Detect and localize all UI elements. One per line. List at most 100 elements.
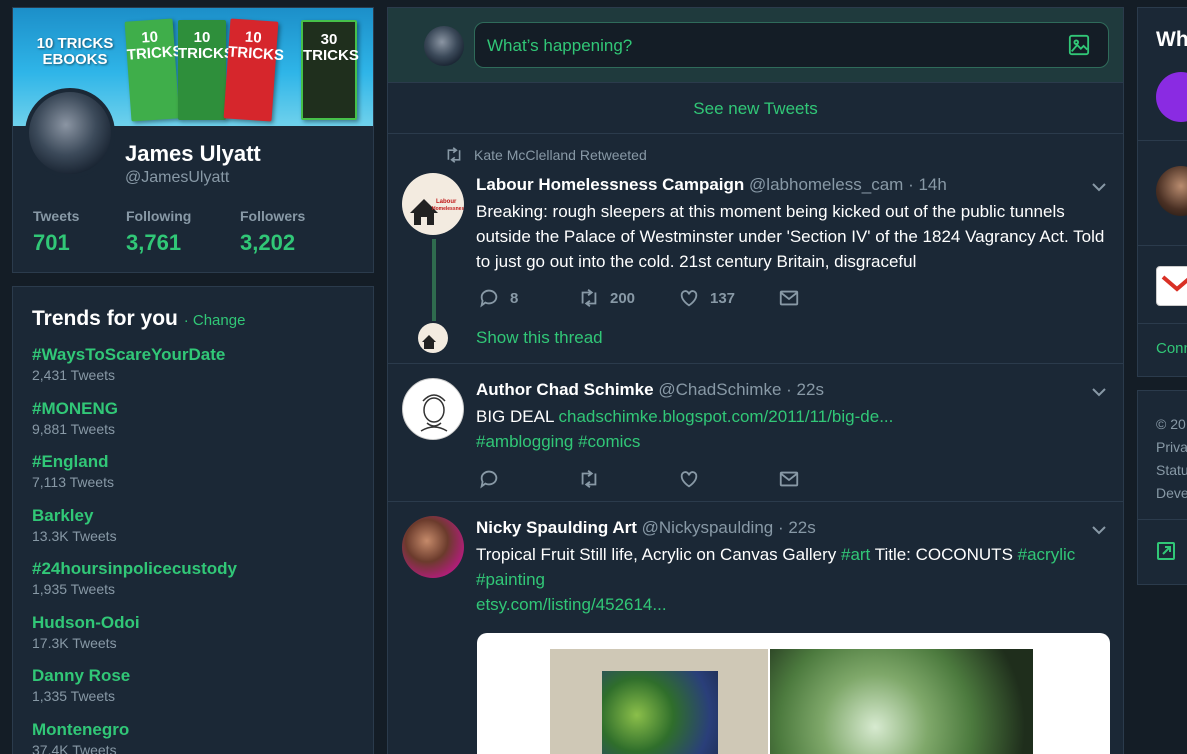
trend-item[interactable]: #England 7,113 Tweets	[32, 452, 114, 490]
envelope-icon	[779, 471, 799, 487]
svg-text:Homelessness: Homelessness	[432, 206, 464, 212]
thread-avatar[interactable]	[418, 323, 448, 353]
trend-item[interactable]: #MONENG 9,881 Tweets	[32, 399, 118, 437]
trends-change-link[interactable]: · Change	[184, 312, 246, 329]
direct-message-button[interactable]	[778, 468, 800, 490]
tweet-author-name[interactable]: Labour Homelessness Campaign	[476, 175, 744, 194]
chevron-down-icon[interactable]	[1091, 179, 1107, 195]
footer-link[interactable]: Statu	[1156, 459, 1187, 482]
tweet-author-name[interactable]: Nicky Spaulding Art	[476, 518, 637, 537]
reply-button[interactable]: 8	[478, 287, 518, 309]
tweet-avatar[interactable]: Labour Homelessness	[402, 173, 464, 235]
external-link-icon[interactable]	[1156, 541, 1176, 561]
tweet-author-handle[interactable]: @Nickyspaulding	[642, 518, 774, 537]
divider	[1138, 245, 1187, 246]
retweet-button[interactable]	[578, 468, 600, 490]
hashtag-link[interactable]: #acrylic	[1018, 545, 1076, 564]
connect-link[interactable]: Conn	[1156, 340, 1187, 357]
house-icon: LabourHomelessness	[410, 199, 464, 225]
retweet-button[interactable]: 200	[578, 287, 635, 309]
trend-item[interactable]: Montenegro 37.4K Tweets	[32, 720, 129, 754]
gmail-icon[interactable]	[1156, 266, 1187, 306]
tweet-link[interactable]: chadschimke.blogspot.com/2011/11/big-de.…	[559, 407, 894, 426]
tweet[interactable]: Nicky Spaulding Art @Nickyspaulding · 22…	[388, 503, 1123, 754]
stat-value: 3,202	[240, 230, 296, 255]
trends-panel: Trends for you · Change #WaysToScareYour…	[12, 286, 374, 754]
reply-count: 8	[510, 289, 519, 307]
like-button[interactable]: 137	[678, 287, 735, 309]
chevron-down-icon[interactable]	[1091, 384, 1107, 400]
timeline: What’s happening? See new Tweets Kate Mc…	[387, 7, 1124, 754]
painting-canvas	[602, 671, 718, 754]
stat-following[interactable]: Following 3,761	[126, 208, 191, 256]
tweet-author-handle[interactable]: @ChadSchimke	[658, 380, 781, 399]
stat-tweets[interactable]: Tweets 701	[33, 208, 79, 256]
thread-line	[432, 239, 436, 321]
profile-handle[interactable]: @JamesUlyatt	[125, 169, 229, 187]
trend-name: #WaysToScareYourDate	[32, 345, 226, 364]
trend-name: Montenegro	[32, 720, 130, 739]
compose-input[interactable]: What’s happening?	[474, 22, 1109, 68]
image-icon[interactable]	[1068, 34, 1090, 56]
see-new-tweets-button[interactable]: See new Tweets	[388, 84, 1123, 134]
footer-link[interactable]: Priva	[1156, 436, 1187, 459]
footer-panel: © 20 Priva Statu Deve	[1137, 390, 1187, 585]
reply-icon	[480, 470, 498, 489]
tweet[interactable]: Author Chad Schimke @ChadSchimke · 22s B…	[388, 365, 1123, 502]
tweet-media-card[interactable]	[477, 633, 1110, 754]
trend-name: Hudson-Odoi	[32, 613, 140, 632]
suggested-avatar[interactable]	[1156, 166, 1187, 216]
stat-followers[interactable]: Followers 3,202	[240, 208, 305, 256]
who-to-follow-panel: Wh Conn	[1137, 7, 1187, 377]
banner-book-2: 10 TRICKS	[178, 20, 234, 120]
trend-item[interactable]: Barkley 13.3K Tweets	[32, 506, 117, 544]
heart-icon	[680, 471, 698, 488]
tweet-time[interactable]: · 14h	[908, 175, 947, 194]
trend-name: Barkley	[32, 506, 94, 525]
retweet-icon	[447, 147, 461, 163]
tweet-avatar[interactable]	[402, 516, 464, 578]
banner-title: 10 TRICKS EBOOKS	[36, 35, 114, 68]
direct-message-button[interactable]	[778, 287, 800, 309]
tweet-text: Breaking: rough sleepers at this moment …	[476, 202, 1105, 271]
divider	[1138, 140, 1187, 141]
stat-label: Tweets	[33, 208, 80, 224]
profile-name[interactable]: James Ulyatt	[125, 141, 261, 167]
tweet-author-handle[interactable]: @labhomeless_cam	[749, 175, 903, 194]
show-thread-link[interactable]: Show this thread	[476, 328, 603, 348]
tweet-time[interactable]: · 22s	[786, 380, 824, 399]
house-icon	[422, 335, 436, 349]
trend-item[interactable]: #24hoursinpolicecustody 1,935 Tweets	[32, 559, 237, 597]
retweet-count: 200	[610, 289, 636, 307]
trend-item[interactable]: Hudson-Odoi 17.3K Tweets	[32, 613, 140, 651]
footer-links: © 20 Priva Statu Deve	[1156, 413, 1187, 505]
trend-name: #MONENG	[32, 399, 118, 418]
tweet-author-name[interactable]: Author Chad Schimke	[476, 380, 654, 399]
hashtag-link[interactable]: #painting	[476, 570, 545, 589]
svg-text:Labour: Labour	[436, 199, 457, 205]
tweet-time[interactable]: · 22s	[778, 518, 816, 537]
trend-item[interactable]: #WaysToScareYourDate 2,431 Tweets	[32, 345, 225, 383]
trends-header: Trends for you · Change	[32, 307, 245, 331]
tweet-avatar[interactable]	[402, 378, 464, 440]
tweet-hashtags[interactable]: #amblogging #comics	[476, 432, 640, 451]
retweet-context: Kate McClelland Retweeted	[444, 147, 647, 163]
trend-item[interactable]: Danny Rose 1,335 Tweets	[32, 666, 130, 704]
tweet[interactable]: Kate McClelland Retweeted Labour Homeless…	[388, 135, 1123, 364]
tweet-link[interactable]: etsy.com/listing/452614...	[476, 595, 667, 614]
hashtag-link[interactable]: #art	[841, 545, 870, 564]
suggested-avatar[interactable]	[1156, 72, 1187, 122]
reply-button[interactable]	[478, 468, 500, 490]
who-to-follow-title: Wh	[1156, 28, 1187, 51]
compose-avatar	[424, 26, 464, 66]
retweet-icon	[581, 289, 597, 307]
profile-avatar[interactable]	[25, 88, 115, 178]
footer-copyright: © 20	[1156, 416, 1186, 432]
stat-label: Followers	[240, 208, 306, 224]
footer-link[interactable]: Deve	[1156, 482, 1187, 505]
stat-value: 701	[33, 230, 70, 255]
tweet-body-text: Title: COCONUTS	[870, 545, 1018, 564]
chevron-down-icon[interactable]	[1091, 522, 1107, 538]
painting-image-right	[770, 649, 1033, 754]
like-button[interactable]	[678, 468, 700, 490]
